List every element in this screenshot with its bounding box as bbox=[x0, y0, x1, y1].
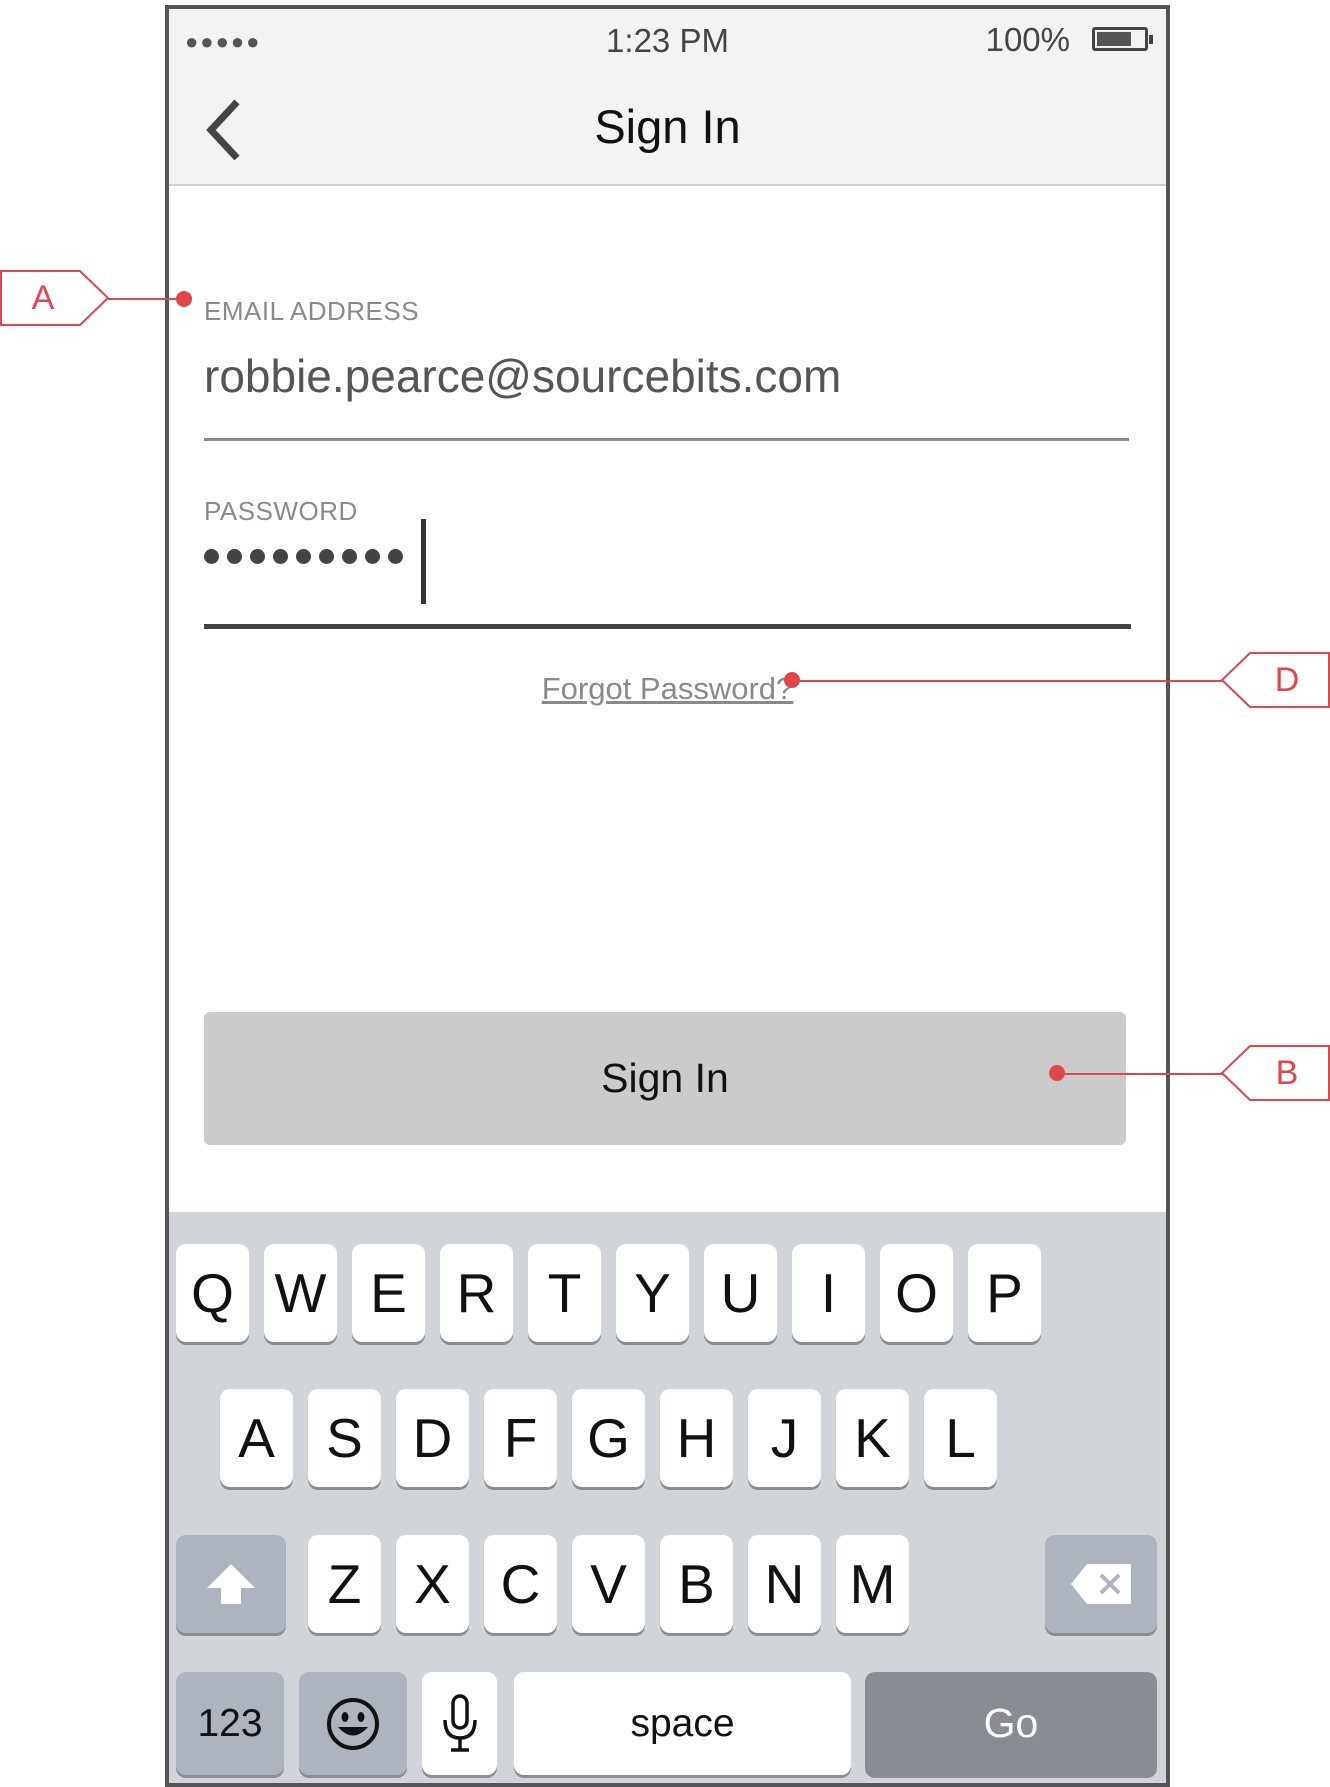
key-f[interactable]: F bbox=[484, 1389, 557, 1487]
annotation-dot-b bbox=[1049, 1065, 1065, 1081]
password-dot bbox=[388, 549, 403, 564]
key-o[interactable]: O bbox=[880, 1244, 953, 1342]
annotation-tag-b: B bbox=[1220, 1045, 1330, 1101]
phone-frame: ●●●●● 1:23 PM 100% Sign In EMAIL ADDRESS… bbox=[165, 5, 1170, 1787]
key-y[interactable]: Y bbox=[616, 1244, 689, 1342]
key-m[interactable]: M bbox=[836, 1535, 909, 1633]
key-a[interactable]: A bbox=[220, 1389, 293, 1487]
navigation-bar: ●●●●● 1:23 PM 100% Sign In bbox=[169, 9, 1166, 186]
key-v[interactable]: V bbox=[572, 1535, 645, 1633]
text-cursor bbox=[421, 519, 426, 604]
sign-in-button[interactable]: Sign In bbox=[204, 1012, 1126, 1145]
go-key[interactable]: Go bbox=[865, 1672, 1157, 1775]
battery-percent: 100% bbox=[985, 21, 1070, 58]
password-dot bbox=[227, 549, 242, 564]
email-field[interactable]: robbie.pearce@sourcebits.com bbox=[204, 349, 841, 403]
annotation-dot-d bbox=[784, 672, 800, 688]
dictation-key[interactable] bbox=[422, 1672, 497, 1775]
page-title: Sign In bbox=[594, 100, 741, 153]
email-underline bbox=[204, 438, 1129, 441]
shift-arrow-icon bbox=[207, 1564, 255, 1604]
password-dot bbox=[204, 549, 219, 564]
password-dot bbox=[273, 549, 288, 564]
key-g[interactable]: G bbox=[572, 1389, 645, 1487]
key-h[interactable]: H bbox=[660, 1389, 733, 1487]
annotation-dot-a bbox=[176, 291, 192, 307]
key-c[interactable]: C bbox=[484, 1535, 557, 1633]
emoji-key[interactable] bbox=[299, 1672, 407, 1775]
tag-outline-icon bbox=[0, 270, 110, 326]
on-screen-keyboard: 123 space Go QWERTYUIOP ASDFGHJKL ZXCVBNM bbox=[169, 1212, 1166, 1783]
key-i[interactable]: I bbox=[792, 1244, 865, 1342]
password-dot bbox=[250, 549, 265, 564]
password-dot bbox=[342, 549, 357, 564]
key-z[interactable]: Z bbox=[308, 1535, 381, 1633]
forgot-password-link[interactable]: Forgot Password? bbox=[169, 671, 1166, 707]
annotation-line-b bbox=[1063, 1073, 1223, 1075]
shift-key[interactable] bbox=[176, 1535, 286, 1633]
battery-icon bbox=[1092, 27, 1153, 51]
annotation-line-a bbox=[108, 298, 184, 300]
key-b[interactable]: B bbox=[660, 1535, 733, 1633]
password-field[interactable] bbox=[204, 549, 403, 573]
annotation-tag-a: A bbox=[0, 270, 110, 326]
annotation-line-d bbox=[792, 680, 1222, 682]
numbers-key[interactable]: 123 bbox=[176, 1672, 284, 1775]
annotation-label-a: A bbox=[31, 278, 55, 317]
key-e[interactable]: E bbox=[352, 1244, 425, 1342]
password-underline bbox=[204, 624, 1131, 629]
key-x[interactable]: X bbox=[396, 1535, 469, 1633]
password-dot bbox=[296, 549, 311, 564]
key-t[interactable]: T bbox=[528, 1244, 601, 1342]
key-w[interactable]: W bbox=[264, 1244, 337, 1342]
microphone-icon bbox=[442, 1693, 477, 1752]
key-k[interactable]: K bbox=[836, 1389, 909, 1487]
email-label: EMAIL ADDRESS bbox=[204, 296, 420, 326]
password-dot bbox=[319, 549, 334, 564]
key-q[interactable]: Q bbox=[176, 1244, 249, 1342]
space-key[interactable]: space bbox=[514, 1672, 851, 1775]
backspace-icon bbox=[1071, 1564, 1131, 1604]
key-j[interactable]: J bbox=[748, 1389, 821, 1487]
key-l[interactable]: L bbox=[924, 1389, 997, 1487]
delete-key[interactable] bbox=[1045, 1535, 1157, 1633]
annotation-label-d: D bbox=[1274, 660, 1300, 699]
emoji-icon bbox=[327, 1697, 379, 1750]
key-p[interactable]: P bbox=[968, 1244, 1041, 1342]
annotation-tag-d: D bbox=[1220, 652, 1330, 708]
key-n[interactable]: N bbox=[748, 1535, 821, 1633]
password-dot bbox=[365, 549, 380, 564]
key-s[interactable]: S bbox=[308, 1389, 381, 1487]
key-u[interactable]: U bbox=[704, 1244, 777, 1342]
password-label: PASSWORD bbox=[204, 496, 358, 526]
key-r[interactable]: R bbox=[440, 1244, 513, 1342]
key-d[interactable]: D bbox=[396, 1389, 469, 1487]
annotation-label-b: B bbox=[1275, 1053, 1299, 1092]
